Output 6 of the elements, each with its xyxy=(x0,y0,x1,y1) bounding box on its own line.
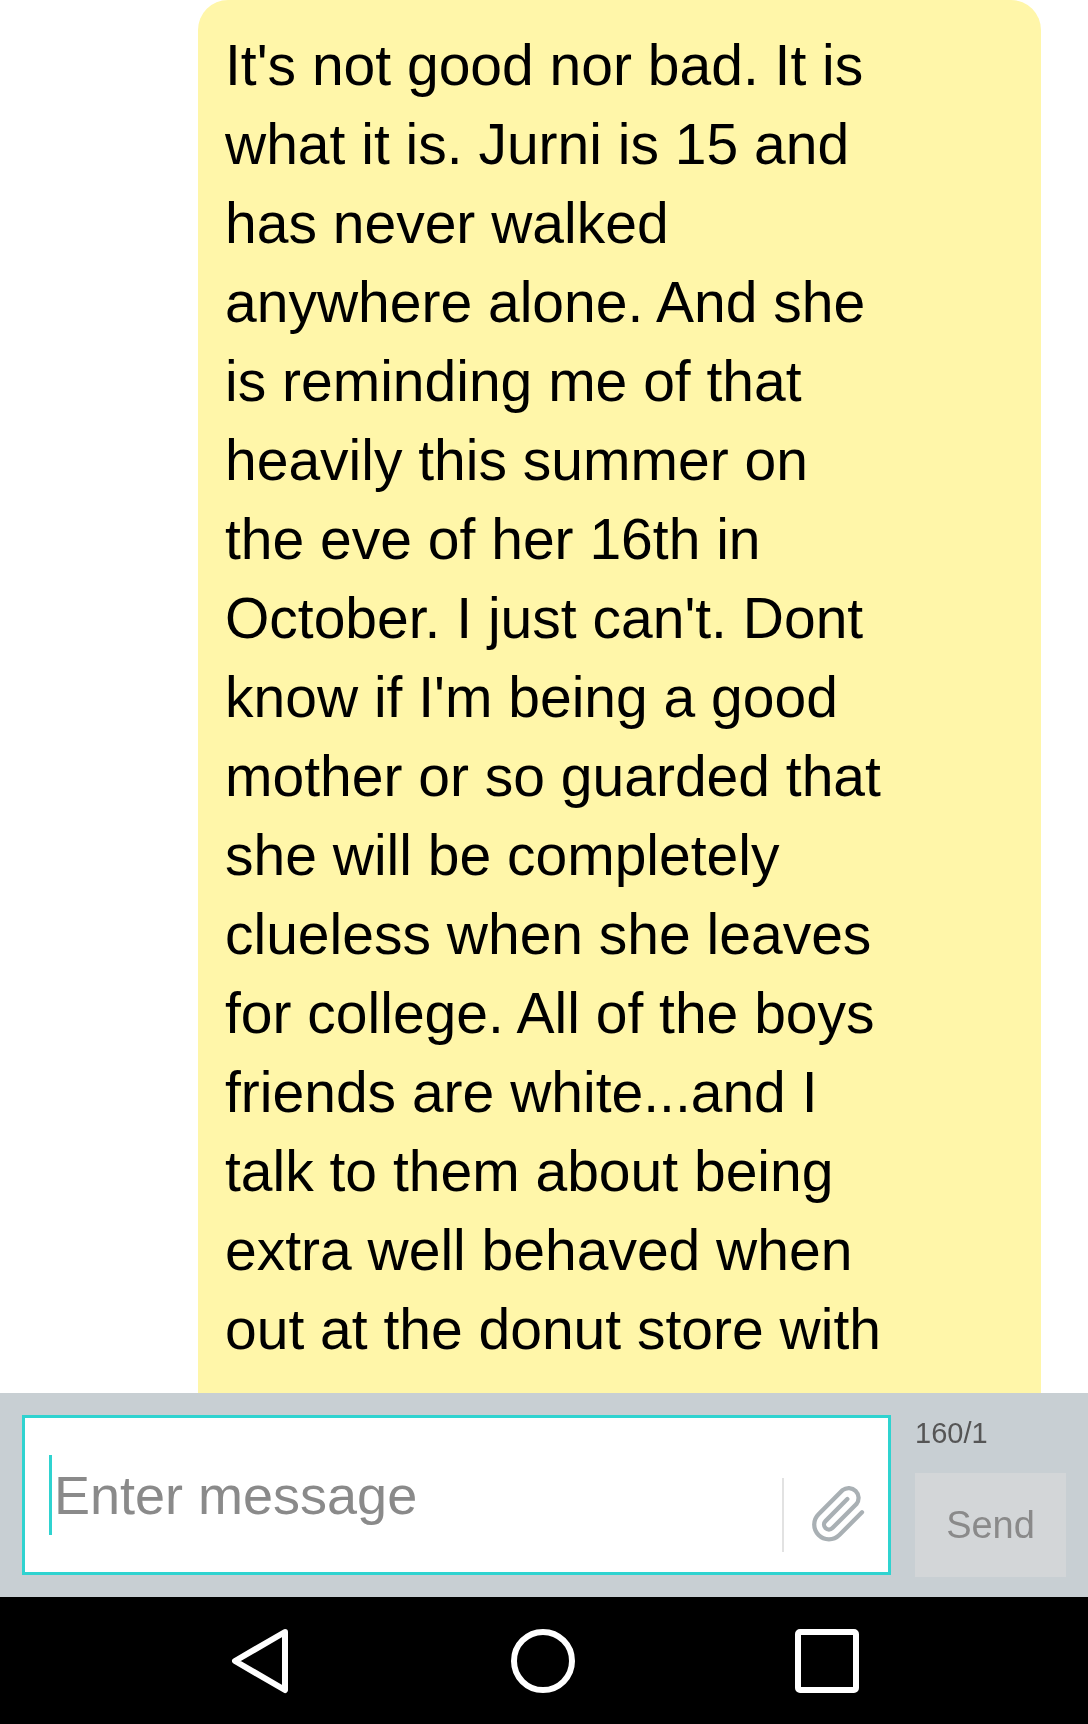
recents-icon[interactable] xyxy=(794,1628,859,1693)
character-counter: 160/1 xyxy=(915,1416,988,1451)
message-text: It's not good nor bad. It is what it is. Jurni is 15 and has never walked anywhere alone. And she is reminding me of that heavily this summer on the eve of her 16th in October. I just can't. Dont know if I'm being a good mother or so guarded that she will be completely clueless when she leaves for college. All of the boys friends are white...and I talk to them about being extra well behaved when out at the donut store with xyxy=(225,32,882,1363)
message-field[interactable]: Enter message xyxy=(49,1455,760,1535)
home-icon[interactable] xyxy=(510,1627,576,1694)
message-composer[interactable]: Enter message xyxy=(22,1415,891,1575)
